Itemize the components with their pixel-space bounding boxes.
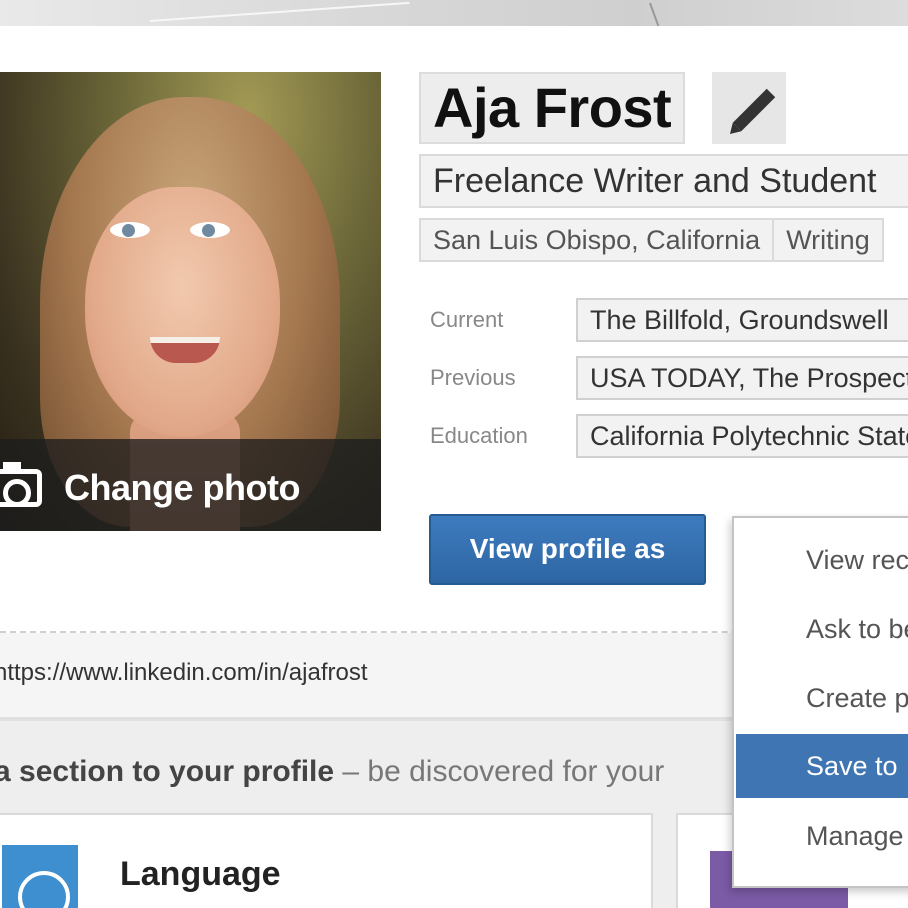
menu-item-create-profile[interactable]: Create p	[736, 666, 908, 730]
public-profile-url[interactable]: https://www.linkedin.com/in/ajafrost	[0, 659, 368, 687]
menu-item-save-to-pdf[interactable]: Save to	[736, 734, 908, 798]
previous-label: Previous	[430, 365, 516, 390]
current-row: Current The Billfold, Groundswell	[430, 298, 908, 342]
camera-icon	[0, 462, 42, 507]
previous-row: Previous USA TODAY, The Prospect	[430, 356, 908, 400]
profile-photo[interactable]: Change photo	[0, 72, 381, 531]
profile-name[interactable]: Aja Frost	[419, 72, 686, 144]
edit-name-button[interactable]	[712, 72, 786, 144]
location-row: San Luis Obispo, California Writing	[419, 218, 884, 262]
industry-field[interactable]: Writing	[774, 218, 884, 262]
menu-item-manage[interactable]: Manage	[736, 804, 908, 868]
profile-headline[interactable]: Freelance Writer and Student	[419, 154, 908, 208]
add-section-title: a section to your profile	[0, 755, 335, 788]
previous-value[interactable]: USA TODAY, The Prospect	[576, 356, 908, 400]
education-value[interactable]: California Polytechnic State	[576, 414, 908, 458]
education-row: Education California Polytechnic State	[430, 414, 908, 458]
current-value[interactable]: The Billfold, Groundswell	[576, 298, 908, 342]
location-field[interactable]: San Luis Obispo, California	[419, 218, 775, 262]
add-section-subtitle: – be discovered for your	[334, 755, 665, 788]
pencil-icon	[732, 88, 776, 132]
language-label: Language	[120, 855, 281, 893]
education-label: Education	[430, 423, 528, 448]
language-card[interactable]: Language	[0, 813, 653, 908]
view-profile-dropdown: View rec Ask to be Create p Save to Mana…	[732, 516, 908, 888]
menu-item-view-recommendations[interactable]: View rec	[736, 528, 908, 592]
current-label: Current	[430, 307, 504, 332]
change-photo-button[interactable]: Change photo	[0, 439, 381, 531]
globe-icon	[2, 845, 78, 908]
menu-item-ask-to-be-recommended[interactable]: Ask to be	[736, 597, 908, 661]
change-photo-label: Change photo	[64, 467, 300, 508]
header-background	[0, 0, 908, 26]
add-section-heading: a section to your profile – be discovere…	[0, 755, 664, 789]
view-profile-as-button[interactable]: View profile as	[429, 514, 706, 585]
